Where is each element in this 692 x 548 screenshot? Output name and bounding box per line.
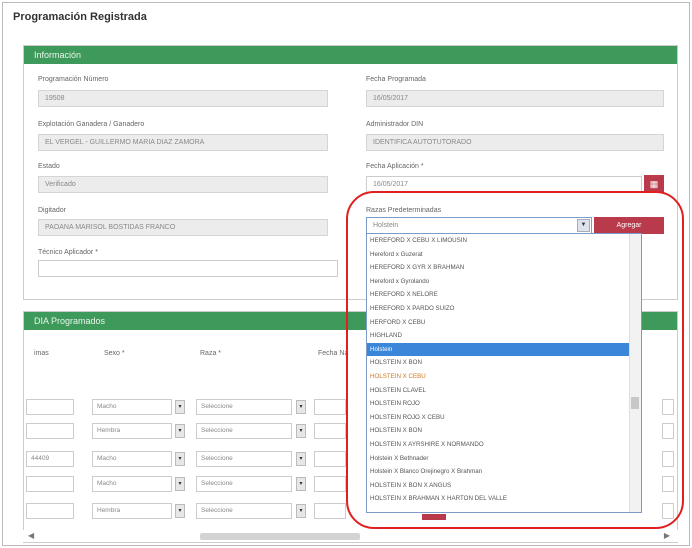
chevron-down-icon[interactable]: ▾	[296, 504, 306, 518]
calendar-button[interactable]: ▦	[644, 175, 664, 193]
dropdown-option[interactable]: HEREFORD X PARDO SUIZO	[367, 302, 641, 316]
dropdown-option[interactable]: Holstein X Bethnader	[367, 452, 641, 466]
dropdown-option[interactable]: HERFORD X CEBU	[367, 316, 641, 330]
chevron-down-icon[interactable]: ▾	[296, 452, 306, 466]
table-row-id[interactable]	[26, 423, 74, 439]
prog-num-field: 19508	[38, 90, 328, 107]
col-header-id: imas	[34, 350, 49, 357]
scroll-left-icon[interactable]: ◀	[28, 531, 34, 540]
table-edge-cell	[662, 399, 674, 415]
chevron-down-icon[interactable]: ▾	[296, 424, 306, 438]
explotacion-field: EL VERGEL - GUILLERMO MARIA DIAZ ZAMORA	[38, 134, 328, 151]
prog-num-label: Programación Número	[38, 76, 109, 83]
table-row-id[interactable]	[26, 476, 74, 492]
chevron-down-icon[interactable]: ▼	[577, 219, 590, 232]
raza-select[interactable]: Seleccione	[196, 423, 292, 439]
raza-select[interactable]: Seleccione	[196, 399, 292, 415]
fecha-cell[interactable]	[314, 503, 346, 519]
chevron-down-icon[interactable]: ▾	[175, 424, 185, 438]
fecha-cell[interactable]	[314, 451, 346, 467]
horizontal-scrollbar[interactable]: ◀ ▶	[20, 530, 680, 542]
fecha-cell[interactable]	[314, 423, 346, 439]
dropdown-option[interactable]: HOLSTEIN X BRAHMAN X HARTON DEL VALLE	[367, 492, 641, 506]
hscroll-thumb[interactable]	[200, 533, 360, 540]
scroll-right-icon[interactable]: ▶	[664, 531, 670, 540]
col-header-fecha: Fecha Na	[318, 350, 349, 357]
dropdown-option[interactable]: HIGHLAND	[367, 329, 641, 343]
dropdown-option[interactable]: HOLSTEIN CLAVEL	[367, 384, 641, 398]
page-title: Programación Registrada	[13, 11, 147, 23]
explotacion-label: Explotación Ganadera / Ganadero	[38, 121, 145, 128]
razas-select[interactable]: Holstein ▼	[366, 217, 592, 234]
razas-label: Razas Predeterminadas	[366, 207, 442, 214]
digitador-field: PAOANA MARISOL BOSTIDAS FRANCO	[38, 219, 328, 236]
chevron-down-icon[interactable]: ▾	[175, 452, 185, 466]
agregar-button[interactable]: Agregar	[594, 217, 664, 234]
table-row-id[interactable]: 44409	[26, 451, 74, 467]
dropdown-option[interactable]: HOLSTEIN ROJO	[367, 397, 641, 411]
sexo-select[interactable]: Macho	[92, 476, 172, 492]
dropdown-option[interactable]: HOLSTEIN X BON X ANGUS	[367, 479, 641, 493]
table-row-id[interactable]	[26, 399, 74, 415]
col-header-raza: Raza *	[200, 350, 222, 357]
raza-select[interactable]: Seleccione	[196, 503, 292, 519]
dropdown-option[interactable]: HOLSTEIN X AYRSHIRE X NORMANDO	[367, 438, 641, 452]
table-edge-cell	[662, 503, 674, 519]
sexo-select[interactable]: Hembra	[92, 423, 172, 439]
fecha-aplic-input[interactable]: 16/05/2017	[366, 176, 642, 193]
raza-select[interactable]: Seleccione	[196, 451, 292, 467]
sexo-select[interactable]: Macho	[92, 399, 172, 415]
dropdown-option[interactable]: Hereford x Guzerat	[367, 248, 641, 262]
col-header-sexo: Sexo *	[104, 350, 125, 357]
admin-label: Administrador DIN	[366, 121, 424, 128]
calendar-icon: ▦	[649, 179, 659, 189]
table-edge-cell	[662, 423, 674, 439]
info-panel-header: Información	[24, 46, 677, 64]
dropdown-option[interactable]: HEREFORD X GYR X BRAHMAN	[367, 261, 641, 275]
dropdown-scrollbar[interactable]	[629, 234, 641, 512]
dropdown-option[interactable]: Holstein	[367, 342, 641, 357]
dropdown-option[interactable]: HEREFORD X NELORE	[367, 288, 641, 302]
table-row-id[interactable]	[26, 503, 74, 519]
dropdown-scroll-thumb[interactable]	[631, 397, 639, 409]
chevron-down-icon[interactable]: ▾	[175, 504, 185, 518]
dropdown-option[interactable]: HOLSTEIN X CEBU	[367, 370, 641, 384]
fecha-aplic-label: Fecha Aplicación *	[366, 163, 424, 170]
red-marker	[422, 514, 446, 520]
chevron-down-icon[interactable]: ▾	[296, 477, 306, 491]
estado-label: Estado	[38, 163, 60, 170]
chevron-down-icon[interactable]: ▾	[296, 400, 306, 414]
estado-field: Verificado	[38, 176, 328, 193]
dropdown-option[interactable]: HOLSTEIN ROJO X CEBU	[367, 411, 641, 425]
fecha-cell[interactable]	[314, 399, 346, 415]
dropdown-option[interactable]: Holstein X Blanco Orejinegro X Brahman	[367, 465, 641, 479]
chevron-down-icon[interactable]: ▾	[175, 477, 185, 491]
dropdown-option[interactable]: HOLSTEIN X BON	[367, 424, 641, 438]
dropdown-option[interactable]: HOLSTEIN X BON	[367, 356, 641, 370]
raza-select[interactable]: Seleccione	[196, 476, 292, 492]
fecha-prog-field: 16/05/2017	[366, 90, 664, 107]
tecnico-input[interactable]	[38, 260, 338, 277]
fecha-cell[interactable]	[314, 476, 346, 492]
admin-field: IDENTIFICA AUTOTUTORADO	[366, 134, 664, 151]
table-edge-cell	[662, 451, 674, 467]
digitador-label: Digitador	[38, 207, 67, 214]
table-edge-cell	[662, 476, 674, 492]
fecha-prog-label: Fecha Programada	[366, 76, 426, 83]
sexo-select[interactable]: Hembra	[92, 503, 172, 519]
dropdown-option[interactable]: HEREFORD X CEBU X LIMOUSIN	[367, 234, 641, 248]
razas-dropdown-list[interactable]: HEREFORD X CEBU X LIMOUSIN Hereford x Guz…	[366, 233, 642, 513]
sexo-select[interactable]: Macho	[92, 451, 172, 467]
dropdown-option[interactable]: Hereford x Gyrolando	[367, 275, 641, 289]
razas-select-value: Holstein	[373, 222, 399, 229]
chevron-down-icon[interactable]: ▾	[175, 400, 185, 414]
tecnico-label: Técnico Aplicador *	[38, 249, 98, 256]
